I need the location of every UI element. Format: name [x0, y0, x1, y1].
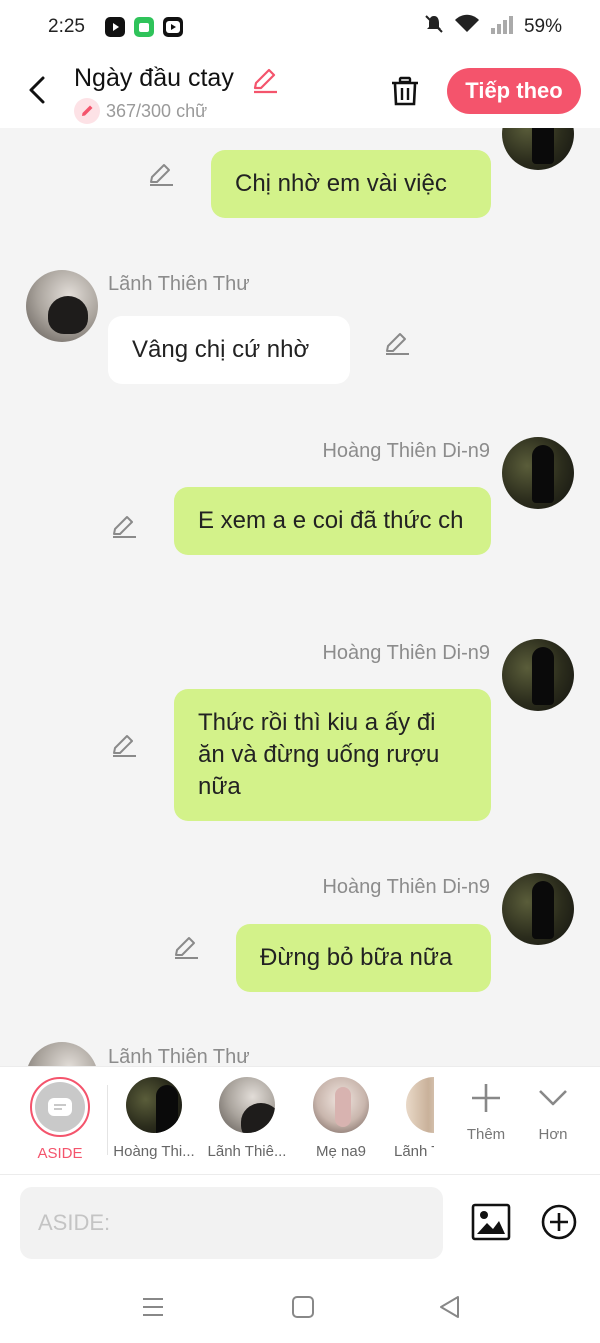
avatar[interactable] — [502, 128, 574, 170]
chat-header: Ngày đầu ctay 367/300 chữ Tiếp theo — [0, 56, 600, 128]
status-indicators: 59% — [424, 14, 562, 39]
home-square-icon — [292, 1296, 314, 1318]
aside-button[interactable] — [30, 1077, 90, 1137]
sender-name: Hoàng Thiên Di-n9 — [322, 876, 490, 898]
back-triangle-icon — [440, 1296, 459, 1318]
status-bar: 2:25 59% — [0, 0, 600, 56]
menu-icon — [143, 1298, 163, 1316]
edit-message-icon[interactable] — [110, 512, 138, 540]
add-character-label: Thêm — [466, 1126, 506, 1143]
sender-name: Lãnh Thiên Thư — [108, 1046, 250, 1066]
expand-button[interactable]: Hơn — [518, 1081, 588, 1143]
character-label: Mẹ na9 — [315, 1143, 367, 1160]
avatar[interactable] — [26, 1042, 98, 1066]
sender-name: Hoàng Thiên Di-n9 — [322, 440, 490, 462]
input-bar — [0, 1174, 600, 1270]
edit-message-icon[interactable] — [147, 160, 175, 188]
message-input[interactable] — [20, 1187, 443, 1259]
aside-label: ASIDE — [37, 1145, 83, 1162]
character-item[interactable]: Lãnh Thiê... — [202, 1077, 292, 1160]
insert-image-button[interactable] — [471, 1203, 511, 1241]
add-character-button[interactable]: Thêm — [451, 1081, 521, 1143]
chevron-down-icon — [539, 1090, 567, 1106]
word-count: 367/300 chữ — [74, 98, 207, 124]
avatar[interactable] — [26, 270, 98, 342]
youtube-icon — [105, 17, 125, 37]
wechat-like-icon — [134, 17, 154, 37]
add-button[interactable] — [541, 1204, 577, 1240]
trash-icon — [392, 76, 418, 106]
character-label: Lãnh T — [394, 1143, 434, 1160]
back-button[interactable] — [22, 72, 52, 108]
character-avatar — [219, 1077, 275, 1133]
edit-message-icon[interactable] — [172, 933, 200, 961]
character-label: Hoàng Thi... — [113, 1143, 195, 1160]
chat-area[interactable]: Chị nhờ em vài việc Lãnh Thiên Thư Vâng … — [0, 128, 600, 1066]
battery-level: 59% — [523, 15, 562, 37]
character-item[interactable]: Mẹ na9 — [296, 1077, 386, 1160]
chevron-left-icon — [29, 76, 45, 104]
signal-icon — [490, 14, 514, 39]
chat-title: Ngày đầu ctay — [74, 64, 234, 92]
avatar[interactable] — [502, 639, 574, 711]
message-bubble[interactable]: Chị nhờ em vài việc — [211, 150, 491, 218]
character-item[interactable]: Hoàng Thi... — [109, 1077, 199, 1160]
next-button[interactable]: Tiếp theo — [447, 68, 581, 114]
system-nav-bar — [0, 1270, 600, 1343]
pencil-icon — [74, 98, 100, 124]
home-nav-button[interactable] — [291, 1294, 319, 1320]
chat-bubble-icon — [48, 1098, 72, 1116]
expand-label: Hơn — [538, 1126, 568, 1143]
character-avatar — [406, 1077, 434, 1133]
avatar[interactable] — [502, 437, 574, 509]
divider — [107, 1085, 108, 1155]
character-strip: ASIDE Hoàng Thi... Lãnh Thiê... Mẹ na9 L… — [0, 1066, 600, 1174]
back-nav-button[interactable] — [438, 1294, 466, 1320]
delete-button[interactable] — [386, 72, 424, 110]
menu-nav-button[interactable] — [141, 1294, 169, 1320]
edit-message-icon[interactable] — [383, 329, 411, 357]
character-item[interactable]: Lãnh T — [388, 1077, 434, 1160]
media-app-icon — [163, 17, 183, 37]
message-bubble[interactable]: Thức rồi thì kiu a ấy đi ăn và đừng uống… — [174, 689, 491, 821]
mute-bell-icon — [424, 14, 444, 39]
plus-circle-icon — [541, 1204, 577, 1240]
edit-message-icon[interactable] — [110, 731, 138, 759]
character-avatar — [126, 1077, 182, 1133]
wifi-icon — [454, 14, 480, 39]
sender-name: Lãnh Thiên Thư — [108, 273, 250, 295]
character-avatar — [313, 1077, 369, 1133]
aside-avatar — [35, 1082, 85, 1132]
message-bubble[interactable]: E xem a e coi đã thức ch — [174, 487, 491, 555]
character-label: Lãnh Thiê... — [207, 1143, 287, 1160]
message-bubble[interactable]: Vâng chị cứ nhờ — [108, 316, 350, 384]
plus-icon — [472, 1084, 500, 1112]
avatar[interactable] — [502, 873, 574, 945]
status-time: 2:25 — [48, 16, 85, 37]
message-bubble[interactable]: Đừng bỏ bữa nữa — [236, 924, 491, 992]
image-icon — [471, 1203, 511, 1241]
word-count-text: 367/300 chữ — [106, 100, 208, 121]
sender-name: Hoàng Thiên Di-n9 — [322, 642, 490, 664]
edit-title-icon[interactable] — [250, 65, 280, 100]
